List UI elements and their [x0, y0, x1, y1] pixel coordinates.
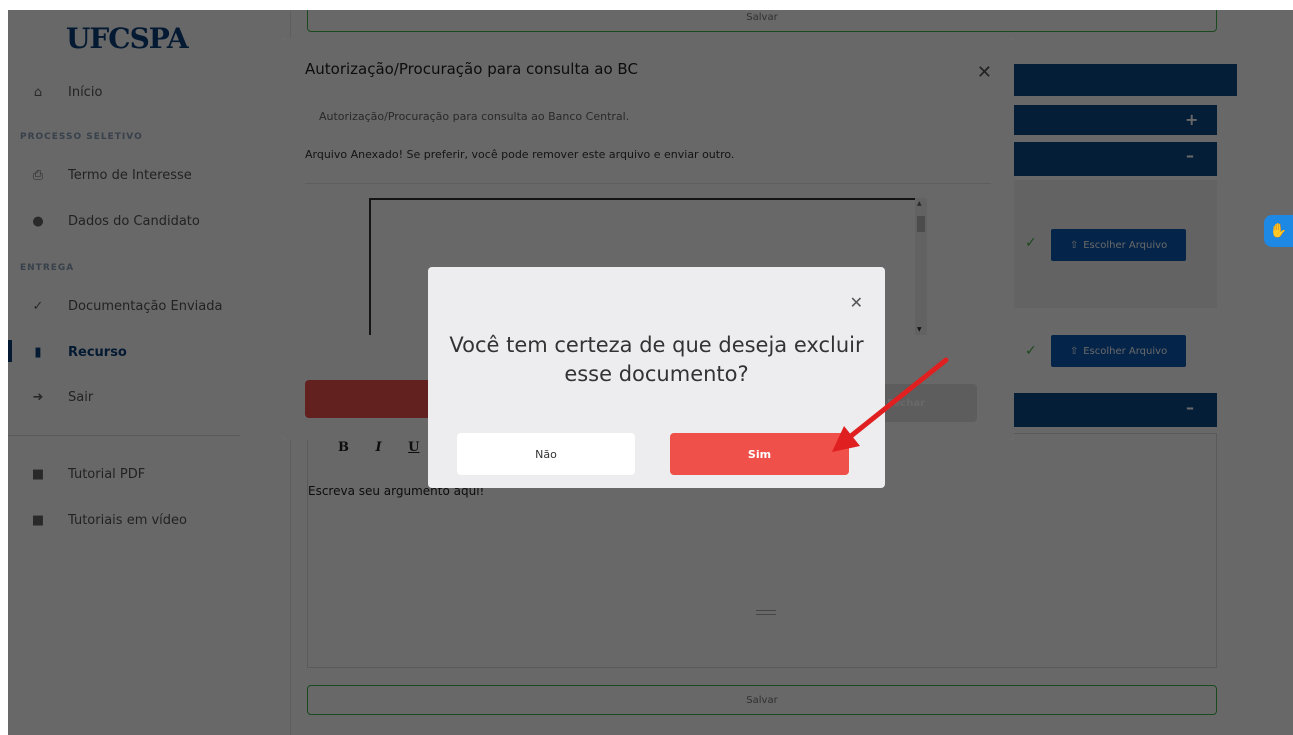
- close-icon[interactable]: ✕: [850, 293, 863, 312]
- confirm-question: Você tem certeza de que deseja excluir e…: [449, 333, 864, 386]
- accessibility-icon[interactable]: ✋: [1264, 215, 1293, 247]
- yes-button[interactable]: Sim: [670, 433, 849, 475]
- no-button[interactable]: Não: [457, 433, 635, 475]
- confirm-dialog: ✕ Você tem certeza de que deseja excluir…: [428, 267, 885, 488]
- page-frame: UFCSPA ⌂ Início PROCESSO SELETIVO ⎙ Term…: [8, 10, 1293, 735]
